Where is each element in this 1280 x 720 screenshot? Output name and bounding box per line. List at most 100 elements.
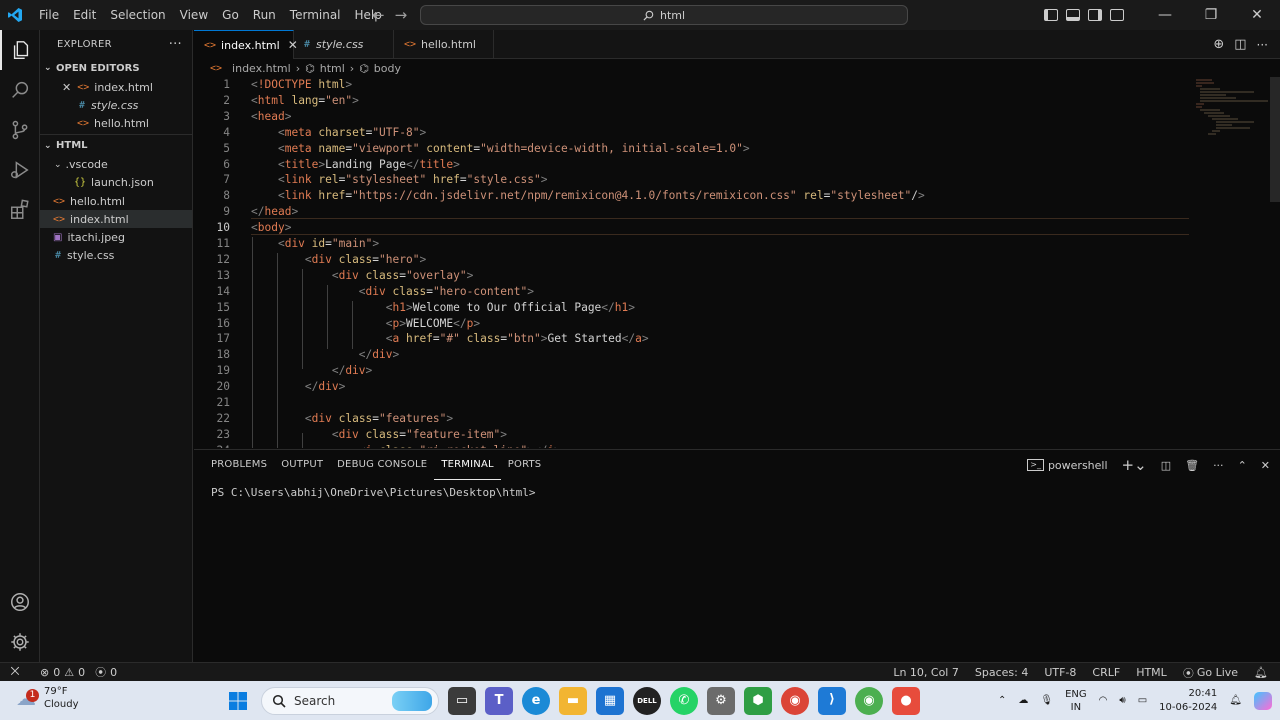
code-line[interactable]: 13 <div class="overlay"> <box>194 268 1194 284</box>
code-line[interactable]: 20 </div> <box>194 379 1194 395</box>
file-explorer-icon[interactable]: ▬ <box>559 686 587 715</box>
tab-ports[interactable]: PORTS <box>501 450 549 480</box>
minimap[interactable] <box>1194 77 1270 137</box>
task-view-icon[interactable]: ▭ <box>448 686 476 715</box>
code-editor[interactable]: 1 <!DOCTYPE html> 2 <html lang="en"> 3 <head>… <box>194 77 1280 448</box>
code-line[interactable]: 9 </head> <box>194 204 1194 220</box>
tab-hello-html[interactable]: <> hello.html <box>394 30 494 59</box>
terminal-shell-selector[interactable]: >_ powershell <box>1027 459 1108 472</box>
windows-start-icon[interactable] <box>224 687 252 715</box>
more-actions-icon[interactable]: ··· <box>169 37 182 52</box>
whatsapp-icon[interactable]: ✆ <box>670 686 698 715</box>
wifi-icon[interactable]: ◠ <box>1099 695 1108 706</box>
close-window-button[interactable]: ✕ <box>1234 7 1280 23</box>
edge-browser-icon[interactable]: e <box>522 686 550 715</box>
breadcrumb-item[interactable]: body <box>374 62 401 75</box>
open-editor-item[interactable]: # style.css <box>40 96 192 114</box>
code-line[interactable]: 16 <p>WELCOME</p> <box>194 316 1194 332</box>
cursor-position[interactable]: Ln 10, Col 7 <box>893 666 959 679</box>
restore-button[interactable]: ❐ <box>1188 7 1234 23</box>
menu-go[interactable]: Go <box>215 0 246 30</box>
code-line[interactable]: 1 <!DOCTYPE html> <box>194 77 1194 93</box>
code-line[interactable]: 17 <a href="#" class="btn">Get Started</… <box>194 331 1194 347</box>
end-of-line[interactable]: CRLF <box>1092 666 1120 679</box>
menu-selection[interactable]: Selection <box>103 0 172 30</box>
tree-folder-vscode[interactable]: ⌄ .vscode <box>40 156 192 174</box>
close-icon[interactable]: ✕ <box>62 81 71 94</box>
editor-scrollbar[interactable] <box>1270 77 1280 202</box>
trash-icon[interactable]: 🗑 <box>1185 459 1199 472</box>
tray-overflow-chevron-icon[interactable]: ⌃ <box>998 695 1006 706</box>
teams-icon[interactable]: T <box>485 686 513 715</box>
settings-gear-icon[interactable]: ⚙ <box>707 686 735 715</box>
tab-index-html[interactable]: <> index.html ✕ <box>194 30 298 59</box>
toggle-primary-sidebar-icon[interactable] <box>1044 9 1058 21</box>
code-line[interactable]: 8 <link href="https://cdn.jsdelivr.net/n… <box>194 188 1194 204</box>
remote-indicator-icon[interactable]: ⨉ <box>0 665 30 679</box>
go-live-button[interactable]: ⦿ Go Live <box>1183 665 1238 681</box>
tree-file-item[interactable]: ▣ itachi.jpeg <box>40 228 192 246</box>
code-line[interactable]: 5 <meta name="viewport" content="width=d… <box>194 141 1194 157</box>
tab-output[interactable]: OUTPUT <box>274 450 330 480</box>
tab-problems[interactable]: PROBLEMS <box>204 450 274 480</box>
code-line[interactable]: 18 </div> <box>194 347 1194 363</box>
close-panel-icon[interactable]: ✕ <box>1261 459 1270 472</box>
toggle-panel-icon[interactable] <box>1066 9 1080 21</box>
search-icon[interactable] <box>0 70 40 110</box>
chrome-icon[interactable]: ◉ <box>781 686 809 715</box>
open-editors-section[interactable]: ⌄ OPEN EDITORS <box>40 58 192 78</box>
explorer-files-icon[interactable] <box>0 30 40 70</box>
tree-file-item-selected[interactable]: <> index.html <box>40 210 192 229</box>
taskbar-search[interactable]: Search <box>261 686 439 715</box>
source-control-icon[interactable] <box>0 110 40 150</box>
vscode-taskbar-icon[interactable]: ⟩ <box>818 686 846 715</box>
code-line[interactable]: 22 <div class="features"> <box>194 411 1194 427</box>
code-line[interactable]: 11 <div id="main"> <box>194 236 1194 252</box>
folder-section-html[interactable]: ⌄ HTML <box>40 136 192 156</box>
more-actions-icon[interactable]: ··· <box>1213 459 1224 472</box>
menu-edit[interactable]: Edit <box>66 0 103 30</box>
onedrive-icon[interactable]: ☁ <box>1018 695 1028 706</box>
open-editor-item[interactable]: <> hello.html <box>40 114 192 132</box>
tab-debug-console[interactable]: DEBUG CONSOLE <box>330 450 434 480</box>
tab-style-css[interactable]: # style.css <box>294 30 394 59</box>
indentation[interactable]: Spaces: 4 <box>975 666 1028 679</box>
maximize-panel-icon[interactable]: ⌃ <box>1238 459 1247 472</box>
clock[interactable]: 20:41 10-06-2024 <box>1159 687 1217 715</box>
code-line[interactable]: 15 <h1>Welcome to Our Official Page</h1> <box>194 300 1194 316</box>
dell-icon[interactable]: DELL <box>633 686 661 715</box>
language-indicator[interactable]: ENG IN <box>1065 688 1087 714</box>
chrome-profile-icon[interactable]: ◉ <box>855 686 883 715</box>
notification-bell-icon[interactable]: 🔔︎ <box>1229 695 1242 706</box>
split-terminal-icon[interactable]: ◫ <box>1161 459 1171 472</box>
copilot-icon[interactable] <box>1254 691 1272 710</box>
menu-file[interactable]: File <box>32 0 66 30</box>
accounts-icon[interactable] <box>0 582 40 622</box>
notifications-bell-icon[interactable]: 🔔︎ <box>1254 666 1268 679</box>
more-actions-icon[interactable]: ··· <box>1257 38 1268 52</box>
language-mode[interactable]: HTML <box>1136 666 1167 679</box>
back-arrow-icon[interactable]: ← <box>372 0 385 30</box>
settings-gear-icon[interactable] <box>0 622 40 662</box>
breadcrumb-item[interactable]: index.html <box>232 62 291 75</box>
menu-view[interactable]: View <box>173 0 215 30</box>
split-editor-icon[interactable]: ◫ <box>1234 37 1246 52</box>
open-in-browser-icon[interactable]: ⊕ <box>1213 37 1224 52</box>
new-terminal-icon[interactable]: +⌄ <box>1122 456 1147 474</box>
run-debug-icon[interactable] <box>0 150 40 190</box>
weather-widget[interactable]: ☁ 1 79°F Cloudy <box>16 685 78 711</box>
microphone-icon[interactable]: 🎙︎ <box>1040 695 1053 706</box>
code-line[interactable]: 2 <html lang="en"> <box>194 93 1194 109</box>
toggle-secondary-sidebar-icon[interactable] <box>1088 9 1102 21</box>
code-line[interactable]: 14 <div class="hero-content"> <box>194 284 1194 300</box>
volume-icon[interactable]: 🔊︎ <box>1119 695 1125 706</box>
code-line[interactable]: 7 <link rel="stylesheet" href="style.css… <box>194 172 1194 188</box>
code-line[interactable]: 4 <meta charset="UTF-8"> <box>194 125 1194 141</box>
terminal-prompt[interactable]: PS C:\Users\abhij\OneDrive\Pictures\Desk… <box>211 486 536 499</box>
code-line[interactable]: 19 </div> <box>194 363 1194 379</box>
customize-layout-icon[interactable] <box>1110 9 1124 21</box>
menu-terminal[interactable]: Terminal <box>283 0 348 30</box>
command-center-search[interactable]: html <box>420 5 908 25</box>
minimize-button[interactable]: — <box>1142 7 1188 23</box>
breadcrumb-item[interactable]: html <box>320 62 345 75</box>
